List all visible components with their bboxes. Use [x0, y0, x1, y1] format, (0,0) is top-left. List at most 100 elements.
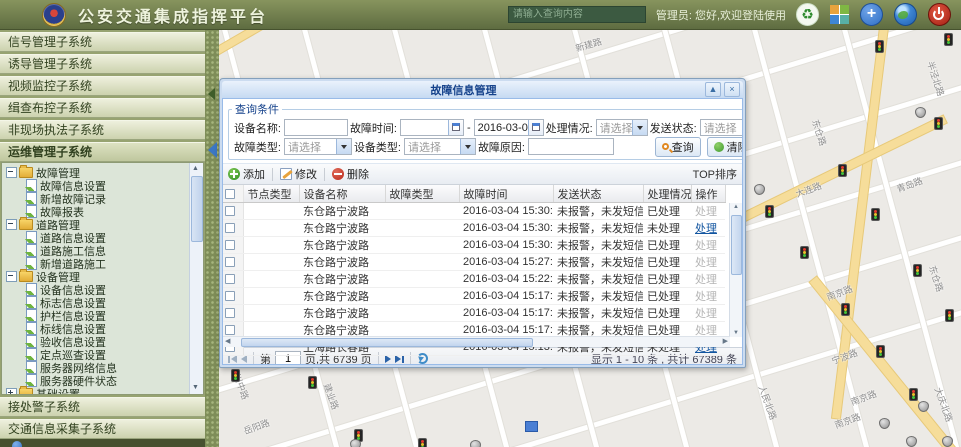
collapse-dialog-icon[interactable]: ▲ — [705, 82, 721, 97]
select-all-checkbox[interactable] — [225, 189, 235, 199]
building-icon[interactable] — [525, 421, 538, 432]
tree-scrollbar[interactable]: ▲ ▼ — [189, 163, 203, 394]
sidebar-panel[interactable]: 交通信息采集子系统 — [0, 419, 205, 439]
tree-expander-icon[interactable] — [6, 219, 17, 230]
map-pan-left-icon[interactable] — [208, 142, 217, 158]
grid-horizontal-scrollbar[interactable]: ◀ ▶ — [223, 336, 730, 347]
traffic-light-icon[interactable] — [308, 376, 317, 389]
table-row[interactable]: 东仓路宁波路2016-03-04 15:27:00未报警，未发短信已处理处理 — [223, 254, 725, 271]
tree-item[interactable]: 服务器硬件状态 — [6, 374, 203, 387]
scrollbar-thumb[interactable] — [241, 338, 533, 347]
scroll-right-icon[interactable]: ▶ — [723, 337, 728, 346]
app-grid-icon[interactable] — [830, 5, 849, 24]
delete-record-button[interactable]: 删除 — [332, 166, 369, 182]
sidebar-collapse-strip[interactable] — [205, 30, 219, 447]
fault-type-select[interactable]: 请选择 — [284, 138, 352, 155]
recycle-icon[interactable]: ♻ — [796, 3, 819, 26]
row-checkbox[interactable] — [225, 325, 235, 335]
chevron-down-icon[interactable] — [336, 139, 351, 154]
camera-icon[interactable] — [918, 401, 929, 412]
fault-time-to-field[interactable]: 2016-03-04 — [474, 119, 544, 136]
calendar-icon[interactable] — [528, 120, 543, 135]
tree-expander-icon[interactable] — [6, 388, 17, 395]
column-header[interactable]: 故障时间 — [459, 185, 553, 203]
traffic-light-icon[interactable] — [841, 303, 850, 316]
chevron-down-icon[interactable] — [460, 139, 475, 154]
scroll-down-icon[interactable]: ▼ — [192, 383, 199, 393]
traffic-light-icon[interactable] — [913, 264, 922, 277]
camera-icon[interactable] — [906, 436, 917, 447]
row-checkbox[interactable] — [225, 223, 235, 233]
close-dialog-icon[interactable]: × — [724, 82, 740, 97]
search-button[interactable]: 查询 — [655, 137, 701, 157]
refresh-icon[interactable] — [417, 353, 428, 364]
camera-icon[interactable] — [879, 418, 890, 429]
scrollbar-thumb[interactable] — [731, 215, 742, 275]
row-checkbox[interactable] — [225, 206, 235, 216]
row-checkbox[interactable] — [225, 308, 235, 318]
traffic-light-icon[interactable] — [231, 369, 240, 382]
edit-record-button[interactable]: 修改 — [280, 166, 317, 182]
send-status-select[interactable]: 请选择 — [700, 119, 743, 136]
row-checkbox[interactable] — [225, 240, 235, 250]
sidebar-panel[interactable]: 视频监控子系统 — [0, 76, 205, 96]
row-checkbox[interactable] — [225, 257, 235, 267]
scrollbar-thumb[interactable] — [191, 176, 203, 242]
column-header[interactable]: 故障类型 — [385, 185, 459, 203]
column-header[interactable]: 发送状态 — [553, 185, 643, 203]
camera-icon[interactable] — [754, 184, 765, 195]
sidebar-panel[interactable]: 诱导管理子系统 — [0, 54, 205, 74]
row-checkbox[interactable] — [225, 291, 235, 301]
clear-button[interactable]: 清除 — [707, 137, 743, 157]
sidebar-panel[interactable]: 非现场执法子系统 — [0, 120, 205, 140]
table-row[interactable]: 东仓路宁波路2016-03-04 15:30:00未报警，未发短信已处理处理 — [223, 203, 725, 220]
traffic-light-icon[interactable] — [800, 246, 809, 259]
tree-item[interactable]: 故障报表 — [6, 205, 203, 218]
column-header[interactable]: 处理情况 — [643, 185, 691, 203]
tree-expander-icon[interactable] — [6, 167, 17, 178]
calendar-icon[interactable] — [448, 120, 463, 135]
add-icon[interactable]: + — [860, 3, 883, 26]
traffic-light-icon[interactable] — [909, 388, 918, 401]
table-row[interactable]: 东仓路宁波路2016-03-04 15:30:00未报警，未发短信未处理处理 — [223, 220, 725, 237]
sidebar-panel[interactable]: 接处警子系统 — [0, 397, 205, 417]
column-header[interactable]: 节点类型 — [243, 185, 299, 203]
camera-icon[interactable] — [915, 107, 926, 118]
traffic-light-icon[interactable] — [838, 164, 847, 177]
collapse-left-icon[interactable] — [208, 88, 215, 100]
traffic-light-icon[interactable] — [765, 205, 774, 218]
power-icon[interactable] — [928, 3, 951, 26]
traffic-light-icon[interactable] — [871, 208, 880, 221]
chevron-down-icon[interactable] — [632, 120, 647, 135]
sidebar-panel[interactable]: 缉查布控子系统 — [0, 98, 205, 118]
table-row[interactable]: 东仓路宁波路2016-03-04 15:17:01未报警，未发短信已处理处理 — [223, 288, 725, 305]
sidebar-panel[interactable]: 运维管理子系统 — [0, 142, 205, 162]
tree-item[interactable]: 新增故障记录 — [6, 192, 203, 205]
column-header[interactable]: 设备名称 — [299, 185, 385, 203]
table-row[interactable]: 东仓路宁波路2016-03-04 15:30:00未报警，未发短信已处理处理 — [223, 237, 725, 254]
dialog-titlebar[interactable]: 故障信息管理 ▲ × — [222, 81, 743, 98]
table-row[interactable]: 东仓路宁波路2016-03-04 15:22:50未报警，未发短信已处理处理 — [223, 271, 725, 288]
row-checkbox[interactable] — [225, 274, 235, 284]
scroll-up-icon[interactable]: ▲ — [192, 164, 199, 174]
header-search-input[interactable] — [508, 6, 646, 23]
fault-reason-input[interactable] — [528, 138, 614, 155]
traffic-light-icon[interactable] — [876, 345, 885, 358]
traffic-light-icon[interactable] — [875, 40, 884, 53]
scroll-left-icon[interactable]: ◀ — [225, 337, 230, 346]
handle-status-select[interactable]: 请选择 — [596, 119, 648, 136]
sidebar-panel[interactable]: 信号管理子系统 — [0, 32, 205, 52]
tree-expander-icon[interactable] — [6, 271, 17, 282]
add-record-button[interactable]: 添加 — [228, 166, 265, 182]
scroll-down-icon[interactable]: ▼ — [733, 330, 739, 336]
grid-vertical-scrollbar[interactable]: ▲ ▼ — [729, 203, 742, 337]
top-sort-button[interactable]: TOP排序 — [693, 166, 737, 182]
column-header[interactable]: 操作 — [691, 185, 725, 203]
scroll-up-icon[interactable]: ▲ — [733, 204, 739, 210]
table-row[interactable]: 东仓路宁波路2016-03-04 15:17:01未报警，未发短信已处理处理 — [223, 305, 725, 322]
camera-icon[interactable] — [470, 440, 481, 447]
fault-time-from-field[interactable] — [400, 119, 464, 136]
device-type-select[interactable]: 请选择 — [404, 138, 476, 155]
handle-action-link[interactable]: 处理 — [695, 223, 717, 235]
tree-item[interactable]: 新增道路施工 — [6, 257, 203, 270]
